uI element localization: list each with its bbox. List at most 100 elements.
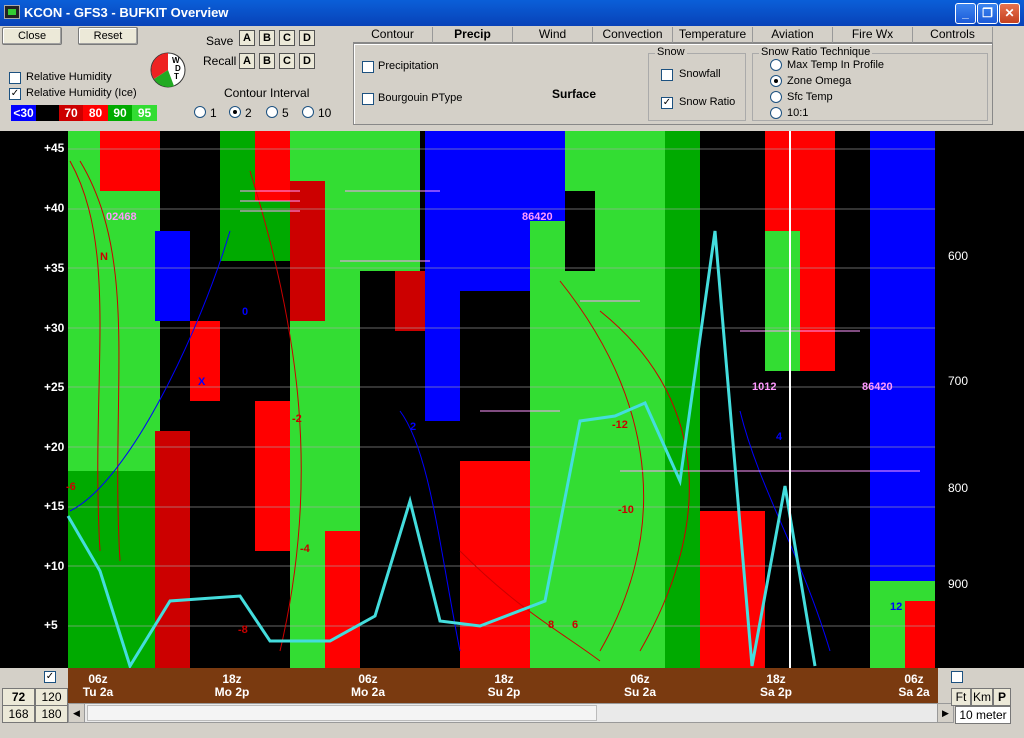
legend-swatch: 80 [83,105,108,121]
snow-group-title: Snow [655,46,687,58]
time-axis-right-checkbox[interactable] [951,671,963,683]
scroll-thumb[interactable] [87,705,597,721]
recall-b-button[interactable]: B [259,53,275,69]
recall-label: Recall [203,54,237,68]
interval-label-5: 5 [282,106,289,120]
y-axis-label: +40 [44,201,65,215]
technique-radio-max-temp[interactable] [770,59,782,71]
range-180-button[interactable]: 180 [35,705,68,723]
snowfall-label: Snowfall [679,68,721,80]
units-km-button[interactable]: Km [971,688,993,706]
snow-ratio-label: Snow Ratio [679,96,736,108]
interval-label-1: 1 [210,106,217,120]
reset-button[interactable]: Reset [78,27,138,45]
time-axis-left-checkbox[interactable]: ✓ [44,671,56,683]
surface-label: Surface [552,87,597,101]
pressure-label: 700 [948,374,969,388]
tab-contour[interactable]: Contour [353,27,433,43]
y-axis-label: +5 [44,618,58,632]
interval-radio-10[interactable] [302,106,314,118]
precip-panel: Precipitation Bourgouin PType Surface Sn… [353,43,993,125]
recall-d-button[interactable]: D [299,53,315,69]
y-axis-label: +45 [44,141,65,155]
range-168-button[interactable]: 168 [2,705,35,723]
time-axis-day: Mo 2p [214,685,250,699]
snow-ratio-technique-group: Snow Ratio Technique Max Temp In Profile… [752,46,988,121]
snow-ratio-checkbox[interactable]: ✓ [661,97,673,109]
rh-ice-checkbox[interactable]: ✓ [9,88,21,100]
technique-radio-sfc-temp[interactable] [770,91,782,103]
precipitation-label: Precipitation [378,60,439,72]
tab-aviation[interactable]: Aviation [753,27,833,43]
tab-fire-wx[interactable]: Fire Wx [833,27,913,43]
plot-canvas [66,131,935,668]
technique-label: Max Temp In Profile [787,59,885,71]
close-button[interactable]: Close [2,27,62,45]
save-b-button[interactable]: B [259,30,275,46]
title-bar: KCON - GFS3 - BUFKIT Overview _ ❐ ✕ [0,0,1024,26]
recall-c-button[interactable]: C [279,53,295,69]
time-axis-label: 06z Tu 2a [68,673,128,699]
range-72-button[interactable]: 72 [2,688,35,706]
wdtb-logo: W D T [150,52,186,88]
range-120-button[interactable]: 120 [35,688,68,706]
tab-wind[interactable]: Wind [513,27,593,43]
time-height-plot[interactable]: +45 +40 +35 +30 +25 +20 +15 +10 +5 600 7… [0,131,1024,668]
ptype-label: Bourgouin PType [378,92,463,104]
pressure-label: 900 [948,577,969,591]
y-axis-label: +20 [44,440,65,454]
precipitation-checkbox[interactable] [362,61,374,73]
y-axis-label: +30 [44,321,65,335]
contour-label: -2 [292,413,302,425]
y-axis-label: +15 [44,499,65,513]
save-a-button[interactable]: A [239,30,255,46]
minimize-button[interactable]: _ [955,3,976,24]
tab-temperature[interactable]: Temperature [673,27,753,43]
save-label: Save [206,34,234,48]
time-axis-label: 06z Mo 2a [338,673,398,699]
contour-label: -4 [300,543,310,555]
y-axis-label: +25 [44,380,65,394]
snow-group: Snow Snowfall ✓ Snow Ratio [648,46,746,121]
contour-label: 86420 [862,381,893,393]
pressure-label: 800 [948,481,969,495]
interval-radio-1[interactable] [194,106,206,118]
units-ft-button[interactable]: Ft [951,688,971,706]
units-p-button[interactable]: P [993,688,1011,706]
window-title: KCON - GFS3 - BUFKIT Overview [24,5,229,20]
contour-label: 86420 [522,211,553,223]
tab-convection[interactable]: Convection [593,27,673,43]
svg-text:T: T [174,72,179,81]
contour-label: 1012 [752,381,777,393]
recall-a-button[interactable]: A [239,53,255,69]
maximize-button[interactable]: ❐ [977,3,998,24]
ptype-checkbox[interactable] [362,93,374,105]
contour-label: 02468 [106,211,137,223]
scroll-right-arrow-icon[interactable]: ▶ [937,704,953,722]
technique-label: 10:1 [787,107,809,119]
contour-label: -12 [612,419,628,431]
save-c-button[interactable]: C [279,30,295,46]
horizontal-scrollbar[interactable]: ◀ ▶ [68,703,954,723]
y-axis-label: +35 [44,261,65,275]
interval-label-2: 2 [245,106,252,120]
tab-precip[interactable]: Precip [433,27,513,43]
rh-checkbox[interactable] [9,72,21,84]
app-icon [4,5,20,19]
contour-interval-title: Contour Interval [224,86,310,100]
technique-radio-10-1[interactable] [770,107,782,119]
contour-label: N [100,251,108,263]
save-d-button[interactable]: D [299,30,315,46]
contour-label: -8 [238,624,248,636]
technique-radio-zone-omega[interactable] [770,75,782,87]
interval-radio-5[interactable] [266,106,278,118]
snowfall-checkbox[interactable] [661,69,673,81]
legend-swatch: 70 [59,105,83,121]
tab-controls[interactable]: Controls [913,27,993,43]
legend-swatch: <30 [11,105,36,121]
scroll-left-arrow-icon[interactable]: ◀ [69,704,85,722]
wind-level-select[interactable]: 10 meter [955,706,1011,724]
close-window-button[interactable]: ✕ [999,3,1020,24]
interval-radio-2[interactable] [229,106,241,118]
contour-label: 12 [890,601,903,613]
